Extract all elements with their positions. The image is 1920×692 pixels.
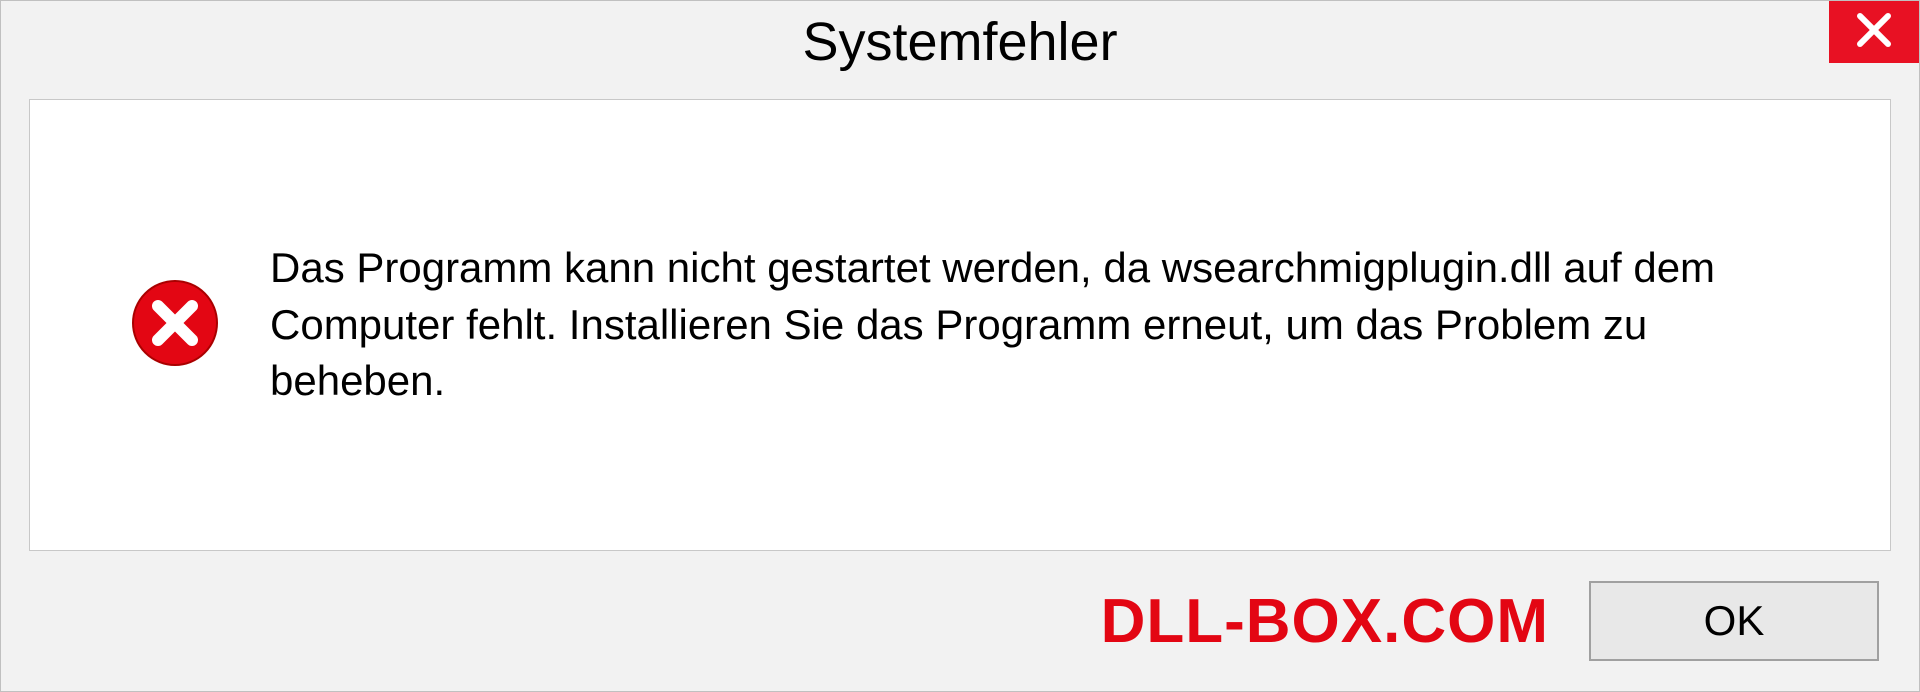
error-dialog-window: Systemfehler Das Programm kann nicht ges… [0, 0, 1920, 692]
dialog-title: Systemfehler [1, 1, 1919, 73]
error-message: Das Programm kann nicht gestartet werden… [270, 240, 1830, 410]
dialog-footer: DLL-BOX.COM OK [1, 551, 1919, 691]
titlebar: Systemfehler [1, 1, 1919, 81]
watermark-text: DLL-BOX.COM [1101, 586, 1549, 657]
ok-button[interactable]: OK [1589, 581, 1879, 661]
content-panel: Das Programm kann nicht gestartet werden… [29, 99, 1891, 551]
error-icon [130, 278, 220, 373]
close-button[interactable] [1829, 1, 1919, 63]
close-icon [1856, 12, 1892, 53]
